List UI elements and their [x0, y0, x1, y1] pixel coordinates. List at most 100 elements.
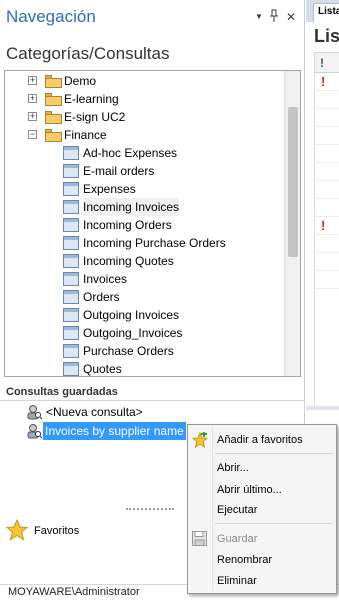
- view-icon: [63, 146, 79, 160]
- priority-mark: !: [321, 74, 326, 89]
- table-row[interactable]: !: [315, 217, 339, 235]
- tree-view-row[interactable]: Orders: [5, 288, 284, 306]
- view-icon: [63, 326, 79, 340]
- view-icon: [63, 308, 79, 322]
- view-label: Incoming Invoices: [83, 198, 180, 216]
- view-icon: [63, 182, 79, 196]
- tree-view-row[interactable]: Incoming Orders: [5, 216, 284, 234]
- divider: [0, 400, 305, 401]
- scrollbar-thumb[interactable]: [288, 107, 298, 257]
- folder-label: E-learning: [64, 92, 119, 106]
- tree-folder-row[interactable]: + E-sign UC2: [5, 108, 284, 126]
- view-icon: [63, 218, 79, 232]
- folder-label: Finance: [64, 128, 107, 142]
- folder-icon: [45, 93, 62, 106]
- view-label: Incoming Quotes: [83, 254, 174, 268]
- view-label: Outgoing Invoices: [83, 308, 180, 322]
- expand-icon[interactable]: +: [28, 76, 37, 85]
- view-label: Invoices: [83, 272, 128, 286]
- folder-icon: [45, 111, 62, 124]
- star-icon: [5, 518, 29, 544]
- tree-view-row[interactable]: Expenses: [5, 180, 284, 198]
- menu-item-save[interactable]: Guardar: [188, 529, 336, 549]
- tree-view-row[interactable]: Incoming Purchase Orders: [5, 234, 284, 252]
- tree-view-row[interactable]: Quotes: [5, 360, 284, 376]
- view-icon: [63, 200, 79, 214]
- table-row[interactable]: [315, 253, 339, 271]
- add-favorite-icon: [191, 431, 209, 454]
- menu-item-rename[interactable]: Renombrar: [188, 550, 336, 570]
- menu-item-add-favorites[interactable]: Añadir a favoritos: [188, 430, 336, 450]
- view-label: Ad-hoc Expenses: [83, 146, 178, 160]
- table-row[interactable]: [315, 181, 339, 199]
- table-row[interactable]: [315, 91, 339, 109]
- tree-folder-row[interactable]: + E-learning: [5, 90, 284, 108]
- tree-folder-row[interactable]: − Finance: [5, 126, 284, 144]
- context-menu: Añadir a favoritos Abrir... Abrir último…: [187, 424, 337, 594]
- menu-item-open[interactable]: Abrir...: [188, 458, 336, 478]
- menu-item-delete[interactable]: Eliminar: [188, 571, 336, 591]
- tree-view-row[interactable]: E-mail orders: [5, 162, 284, 180]
- view-icon: [63, 362, 79, 376]
- table-row[interactable]: [315, 145, 339, 163]
- close-icon[interactable]: ✕: [284, 9, 298, 25]
- view-label: Purchase Orders: [83, 344, 174, 358]
- expand-icon[interactable]: +: [28, 94, 37, 103]
- table-row[interactable]: !: [315, 73, 339, 91]
- view-label: Incoming Purchase Orders: [83, 236, 226, 250]
- favorites-label: Favoritos: [34, 525, 80, 537]
- menu-item-open-last[interactable]: Abrir último...: [188, 480, 336, 500]
- view-icon: [63, 290, 79, 304]
- menu-separator: [215, 523, 333, 524]
- table-row[interactable]: [315, 127, 339, 145]
- tree-view-row[interactable]: Incoming Invoices: [5, 198, 284, 216]
- tree-folder-row[interactable]: + Demo: [5, 72, 284, 90]
- view-icon: [63, 236, 79, 250]
- table-row[interactable]: [315, 199, 339, 217]
- tree-view-row[interactable]: Invoices: [5, 270, 284, 288]
- folder-icon: [45, 75, 62, 88]
- save-icon: [192, 531, 207, 552]
- table-row[interactable]: [315, 235, 339, 253]
- navigation-header: Navegación ▼ ✕: [0, 0, 305, 36]
- category-tree[interactable]: + Demo + E-learning + E-sign UC2 − Finance Ad-ho…: [4, 70, 301, 377]
- tab-list[interactable]: Lista: [313, 3, 339, 22]
- tree-view-row[interactable]: Incoming Quotes: [5, 252, 284, 270]
- priority-mark: !: [321, 218, 326, 233]
- table-row[interactable]: [315, 109, 339, 127]
- current-user: MOYAWARE\Administrator: [8, 586, 140, 598]
- menu-separator: [215, 453, 333, 454]
- list-grid[interactable]: ! !!: [314, 52, 339, 407]
- saved-queries-title: Consultas guardadas: [6, 386, 118, 398]
- tree-view-row[interactable]: Outgoing Invoices: [5, 306, 284, 324]
- collapse-icon[interactable]: −: [28, 130, 37, 139]
- view-icon: [63, 272, 79, 286]
- pin-icon[interactable]: [267, 9, 281, 25]
- dropdown-icon[interactable]: ▼: [252, 9, 266, 25]
- saved-query-label: Invoices by supplier name: [43, 422, 186, 440]
- query-user-icon: [26, 404, 43, 420]
- view-label: Orders: [83, 290, 120, 304]
- folder-label: E-sign UC2: [64, 110, 126, 124]
- view-label: Quotes: [83, 362, 122, 376]
- menu-item-label: Añadir a favoritos: [217, 434, 303, 446]
- menu-item-label: Renombrar: [217, 554, 273, 566]
- pane-splitter[interactable]: [126, 508, 174, 511]
- folder-icon: [45, 129, 62, 142]
- tree-scrollbar[interactable]: [284, 71, 300, 376]
- table-row[interactable]: [315, 271, 339, 289]
- table-row[interactable]: [315, 163, 339, 181]
- tree-view-row[interactable]: Purchase Orders: [5, 342, 284, 360]
- menu-item-label: Eliminar: [217, 575, 257, 587]
- new-query-label: <Nueva consulta>: [46, 405, 143, 419]
- tree-view-row[interactable]: Ad-hoc Expenses: [5, 144, 284, 162]
- priority-column-header[interactable]: !: [315, 53, 339, 73]
- navigation-title: Navegación: [6, 7, 96, 26]
- expand-icon[interactable]: +: [28, 112, 37, 121]
- menu-item-execute[interactable]: Ejecutar: [188, 500, 336, 520]
- view-icon: [63, 254, 79, 268]
- tree-view-row[interactable]: Outgoing_Invoices: [5, 324, 284, 342]
- menu-item-label: Ejecutar: [217, 504, 258, 516]
- view-label: Expenses: [83, 182, 136, 196]
- menu-item-label: Abrir último...: [217, 484, 282, 496]
